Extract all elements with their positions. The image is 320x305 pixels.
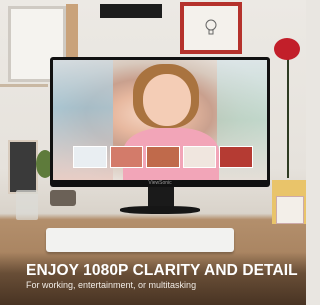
monitor-screen	[53, 60, 267, 180]
wall-frame-black	[100, 4, 162, 18]
photo-thumbnail	[219, 146, 253, 168]
monitor-brand-label: ViewSonic	[148, 180, 172, 186]
lightbulb-icon	[184, 6, 238, 50]
plant-pot	[50, 190, 76, 206]
desk-picture-frame	[8, 140, 38, 194]
wall-picture-red-frame	[180, 2, 242, 54]
product-photo-scene: ViewSonic ENJOY 1080P CLARITY AND DETAIL…	[0, 0, 306, 305]
photo-thumbnail	[146, 146, 180, 168]
red-flower	[274, 38, 300, 60]
girl-face	[143, 74, 191, 126]
monitor-stand-base	[120, 206, 200, 214]
pencil-cup	[16, 190, 38, 220]
photo-thumbnail-strip	[73, 146, 253, 168]
monitor: ViewSonic	[50, 57, 270, 187]
desk-box	[276, 196, 304, 224]
keyboard	[46, 228, 234, 252]
headline: ENJOY 1080P CLARITY AND DETAIL	[26, 262, 298, 279]
wall-shelf	[0, 84, 48, 87]
photo-thumbnail	[73, 146, 107, 168]
flower-stem	[287, 58, 289, 178]
photo-thumbnail	[182, 146, 217, 168]
photo-thumbnail	[109, 146, 144, 168]
subline: For working, entertainment, or multitask…	[26, 280, 197, 290]
